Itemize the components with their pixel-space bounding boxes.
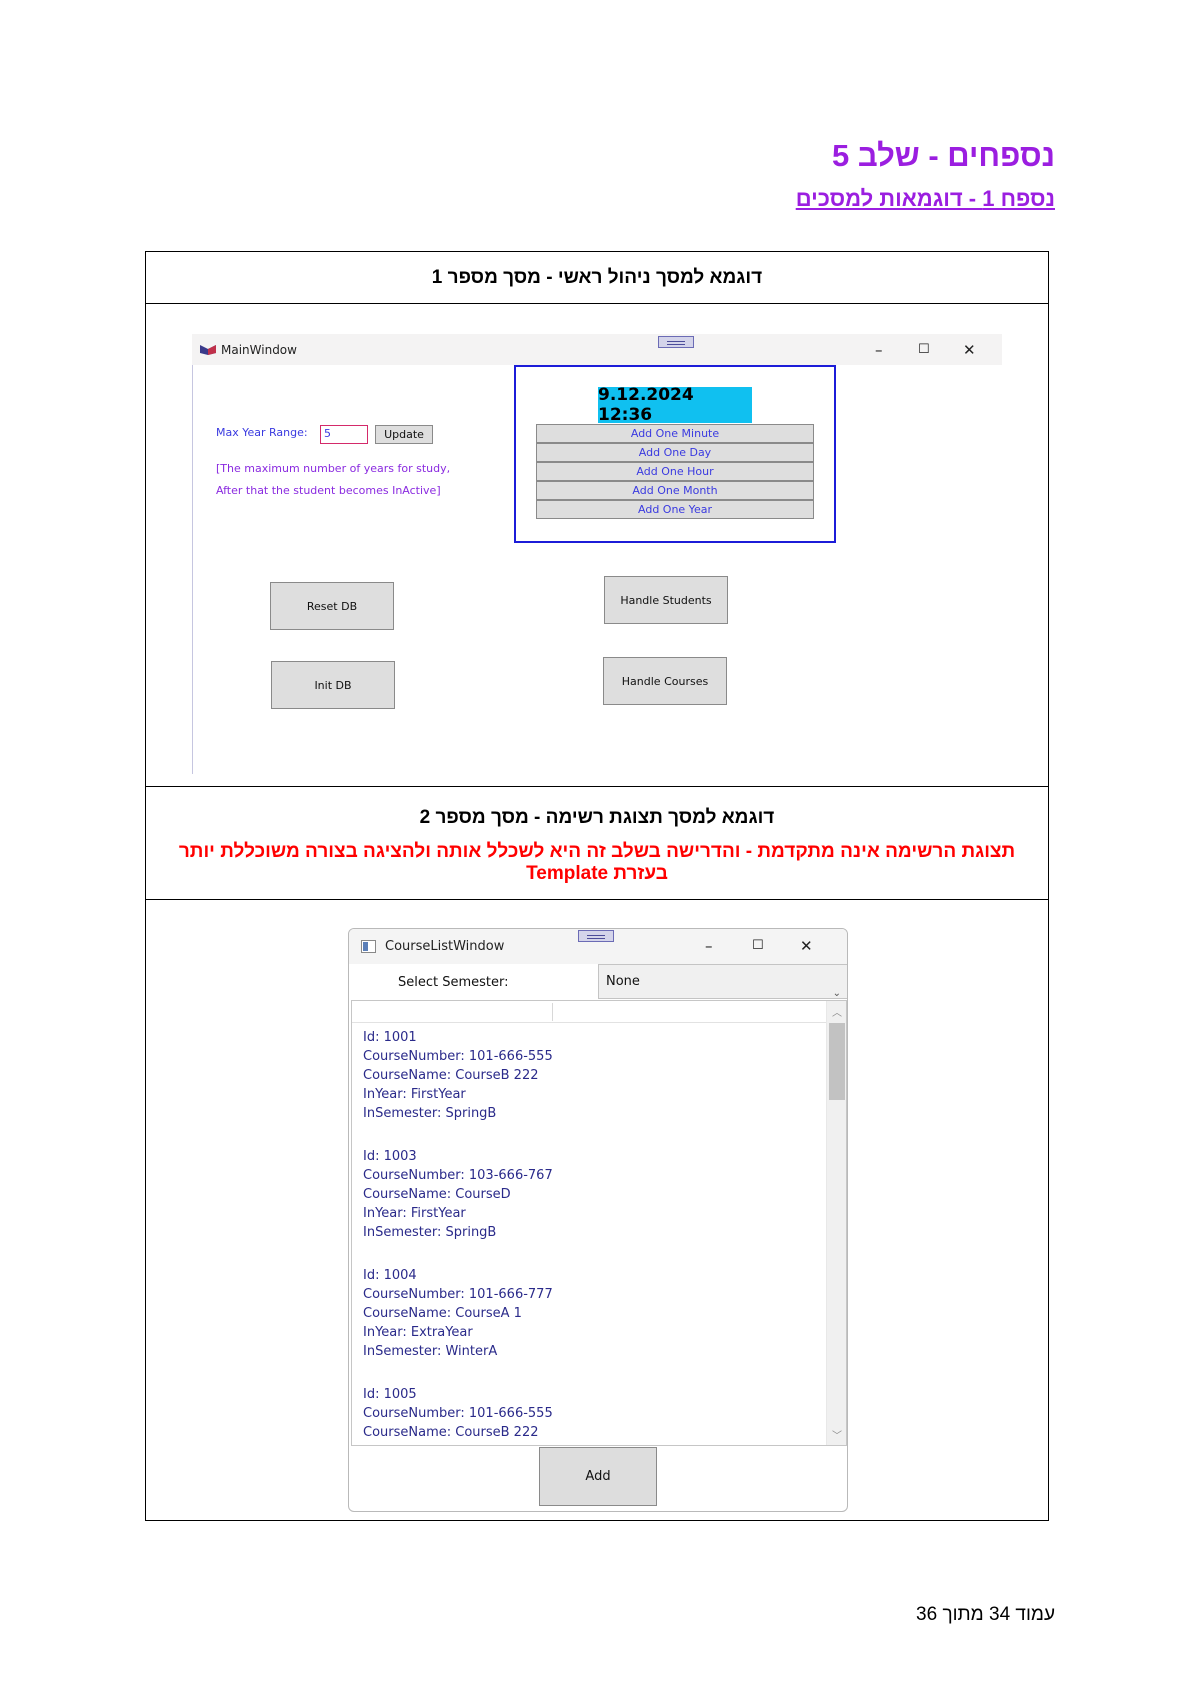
list-scrollbar[interactable]: ︿ ﹀ (826, 1001, 846, 1445)
course-name: CourseName: CourseB 222 (363, 1425, 539, 1440)
add-course-button[interactable]: Add (539, 1447, 657, 1506)
course-id: Id: 1004 (363, 1268, 417, 1283)
scrollbar-thumb[interactable] (829, 1023, 845, 1100)
max-year-label: Max Year Range: (216, 426, 308, 439)
screenshot-row-2: CourseListWindow – ☐ ✕ Select Semester: … (146, 900, 1048, 1520)
course-window-titlebar[interactable]: CourseListWindow – ☐ ✕ (349, 929, 847, 964)
course-semester: InSemester: SpringB (363, 1225, 497, 1240)
course-year: InYear: FirstYear (363, 1087, 466, 1102)
maximize-button[interactable]: ☐ (752, 938, 764, 954)
page-subtitle: נספח 1 - דוגמאות למסכים (795, 186, 1055, 211)
reset-db-button[interactable]: Reset DB (270, 582, 394, 630)
handle-students-button[interactable]: Handle Students (604, 576, 728, 624)
course-year: InYear: FirstYear (363, 1206, 466, 1221)
course-number: CourseNumber: 101-666-555 (363, 1049, 553, 1064)
close-button[interactable]: ✕ (800, 938, 813, 954)
update-button[interactable]: Update (375, 425, 433, 444)
main-window-title: MainWindow (221, 343, 297, 357)
course-name: CourseName: CourseA 1 (363, 1306, 522, 1321)
course-id: Id: 1003 (363, 1149, 417, 1164)
course-id: Id: 1001 (363, 1030, 417, 1045)
course-number: CourseNumber: 103-666-767 (363, 1168, 553, 1183)
drag-grip-icon[interactable] (658, 336, 694, 348)
page-number: עמוד 34 מתוך 36 (916, 1604, 1055, 1625)
app-icon (200, 345, 216, 355)
minimize-button[interactable]: – (875, 342, 883, 358)
add-one-year-button[interactable]: Add One Year (536, 500, 814, 519)
course-year: InYear: ExtraYear (363, 1325, 473, 1340)
caption-row-2: דוגמא למסך תצוגת רשימה - מסך מספר 2 תצוג… (146, 787, 1048, 900)
course-window-title: CourseListWindow (385, 939, 505, 954)
maximize-button[interactable]: ☐ (918, 342, 930, 358)
semester-combobox[interactable]: None ⌄ (598, 964, 847, 999)
close-button[interactable]: ✕ (963, 342, 976, 358)
course-number: CourseNumber: 101-666-555 (363, 1406, 553, 1421)
page-title: נספחים - שלב 5 (831, 138, 1055, 173)
select-semester-label: Select Semester: (398, 975, 509, 990)
semester-selected-value: None (606, 974, 640, 989)
add-one-hour-button[interactable]: Add One Hour (536, 462, 814, 481)
hint-line-2: After that the student becomes InActive] (216, 484, 441, 497)
course-items: Id: 1001 CourseNumber: 101-666-555 Cours… (363, 1028, 553, 1445)
course-name: CourseName: CourseD (363, 1187, 511, 1202)
course-name: CourseName: CourseB 222 (363, 1068, 539, 1083)
course-semester: InSemester: SpringB (363, 1106, 497, 1121)
course-list-window: CourseListWindow – ☐ ✕ Select Semester: … (348, 928, 848, 1512)
clock-panel: 9.12.2024 12:36 Add One Minute Add One D… (514, 365, 836, 543)
course-id: Id: 1005 (363, 1387, 417, 1402)
clock-display: 9.12.2024 12:36 (598, 385, 752, 425)
main-window-titlebar[interactable]: MainWindow – ☐ ✕ (192, 334, 1002, 365)
drag-grip-icon[interactable] (578, 930, 614, 942)
list-item[interactable]: Id: 1005 CourseNumber: 101-666-555 Cours… (363, 1385, 553, 1442)
hint-line-1: [The maximum number of years for study, (216, 462, 451, 475)
caption-row-1: דוגמא למסך ניהול ראשי - מסך מספר 1 (146, 252, 1048, 304)
add-one-month-button[interactable]: Add One Month (536, 481, 814, 500)
course-listbox[interactable]: Id: 1001 CourseNumber: 101-666-555 Cours… (351, 1000, 847, 1446)
list-header (352, 1001, 828, 1023)
course-semester: InSemester: WinterA (363, 1344, 498, 1359)
scroll-down-icon[interactable]: ﹀ (832, 1427, 842, 1442)
screens-table: דוגמא למסך ניהול ראשי - מסך מספר 1 MainW… (145, 251, 1049, 1521)
list-item[interactable]: Id: 1004 CourseNumber: 101-666-777 Cours… (363, 1266, 553, 1361)
list-item[interactable]: Id: 1003 CourseNumber: 103-666-767 Cours… (363, 1147, 553, 1242)
template-note: תצוגת הרשימה אינה מתקדמת - והדרישה בשלב … (178, 841, 1016, 884)
screenshot-row-1: MainWindow – ☐ ✕ Max Year Range: 5 Updat… (146, 304, 1048, 787)
max-year-input[interactable]: 5 (320, 425, 368, 444)
list-item[interactable]: Id: 1001 CourseNumber: 101-666-555 Cours… (363, 1028, 553, 1123)
caption-screen-2: דוגמא למסך תצוגת רשימה - מסך מספר 2 (419, 807, 775, 828)
caption-screen-1: דוגמא למסך ניהול ראשי - מסך מספר 1 (431, 267, 763, 288)
minimize-button[interactable]: – (705, 938, 713, 954)
scroll-up-icon[interactable]: ︿ (832, 1004, 842, 1019)
init-db-button[interactable]: Init DB (271, 661, 395, 709)
course-number: CourseNumber: 101-666-777 (363, 1287, 553, 1302)
window-icon (361, 940, 376, 953)
handle-courses-button[interactable]: Handle Courses (603, 657, 727, 705)
add-one-minute-button[interactable]: Add One Minute (536, 424, 814, 443)
add-one-day-button[interactable]: Add One Day (536, 443, 814, 462)
main-window: MainWindow – ☐ ✕ Max Year Range: 5 Updat… (192, 334, 1002, 774)
